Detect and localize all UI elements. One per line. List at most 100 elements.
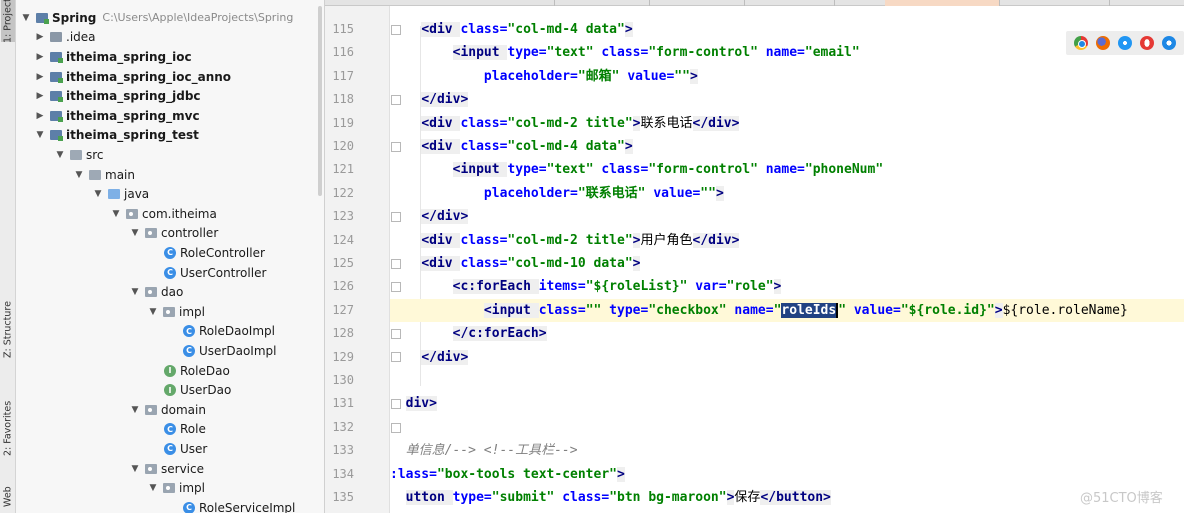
interface-icon: I xyxy=(164,364,176,377)
chrome-icon[interactable] xyxy=(1074,36,1088,50)
tree-item[interactable]: ▼ impl xyxy=(147,302,205,322)
tree-item[interactable]: ▶ itheima_spring_mvc xyxy=(34,106,200,126)
module-folder-icon xyxy=(36,12,49,24)
module-folder-icon xyxy=(50,130,63,142)
chevron-right-icon[interactable]: ▶ xyxy=(34,72,46,82)
code-attr: type= xyxy=(452,490,492,505)
tree-item[interactable]: I UserDao xyxy=(164,380,231,400)
chevron-down-icon[interactable]: ▼ xyxy=(54,150,66,160)
tree-item[interactable]: C Role xyxy=(164,420,206,440)
tree-item[interactable]: C RoleController xyxy=(164,243,265,263)
code-editor[interactable]: <div class="col-md-4 data"> <input type=… xyxy=(390,6,1184,513)
code-line[interactable]: utton type="submit" class="btn bg-maroon… xyxy=(390,486,1184,509)
tree-item[interactable]: ▼ impl xyxy=(147,478,205,498)
code-line[interactable]: 单信息/--> <!--工具栏--> xyxy=(390,439,1184,462)
tree-item-label: .idea xyxy=(66,30,96,45)
code-value: "邮箱" xyxy=(577,68,620,84)
code-line[interactable]: </c:forEach> xyxy=(390,322,1184,345)
code-line[interactable]: <div class="col-md-10 data"> xyxy=(390,252,1184,275)
chevron-right-icon[interactable]: ▶ xyxy=(34,111,46,121)
chevron-right-icon[interactable]: ▶ xyxy=(34,52,46,62)
tree-item[interactable]: ▼ java xyxy=(92,184,150,204)
tree-item[interactable]: I RoleDao xyxy=(164,361,230,381)
firefox-icon[interactable] xyxy=(1096,36,1110,50)
chevron-down-icon[interactable]: ▼ xyxy=(129,464,141,474)
chevron-down-icon[interactable]: ▼ xyxy=(129,287,141,297)
tree-item[interactable]: ▶ .idea xyxy=(34,28,96,48)
tree-item[interactable]: ▼ itheima_spring_test xyxy=(34,126,199,146)
code-line-current[interactable]: <input class="" type="checkbox" name= "ro… xyxy=(390,298,1184,323)
code-attr: :lass= xyxy=(390,466,437,482)
tree-item[interactable]: ▼ main xyxy=(73,165,135,185)
tree-item-label: Role xyxy=(180,422,206,437)
tree-item-label: itheima_spring_ioc_anno xyxy=(66,69,232,84)
safari-icon[interactable] xyxy=(1118,36,1132,50)
tree-item[interactable]: ▶ itheima_spring_jdbc xyxy=(34,86,201,106)
tree-item[interactable]: ▼ src xyxy=(54,145,104,165)
ie-icon[interactable] xyxy=(1162,36,1176,50)
code-line[interactable]: <div class="col-md-2 title">用户角色</div> xyxy=(390,229,1184,252)
tree-item[interactable]: C UserController xyxy=(164,263,266,283)
chevron-down-icon[interactable]: ▼ xyxy=(73,170,85,180)
project-tool-tab[interactable]: 1: Project xyxy=(1,0,15,43)
line-number: 132 xyxy=(332,419,354,434)
web-tool-tab[interactable]: Web xyxy=(1,480,15,513)
tree-item[interactable]: ▼ service xyxy=(129,459,204,479)
code-line[interactable]: </div> xyxy=(390,346,1184,369)
chevron-down-icon[interactable]: ▼ xyxy=(110,209,122,219)
code-line[interactable]: <c:forEach items="${roleList}" var="role… xyxy=(390,275,1184,298)
chevron-right-icon[interactable]: ▶ xyxy=(34,32,46,42)
line-number: 120 xyxy=(332,139,354,153)
opera-icon[interactable] xyxy=(1140,36,1154,50)
tree-item[interactable]: ▶ itheima_spring_ioc_anno xyxy=(34,67,232,87)
code-line[interactable]: placeholder="邮箱" value=""> xyxy=(390,65,1184,88)
tree-item[interactable]: ▼ domain xyxy=(129,400,206,420)
line-number: 129 xyxy=(332,349,354,364)
code-line[interactable]: <div class="col-md-4 data"> xyxy=(390,135,1184,158)
code-line[interactable]: <input type="text" class="form-control" … xyxy=(390,158,1184,181)
chevron-down-icon[interactable]: ▼ xyxy=(34,130,46,140)
code-line[interactable]: placeholder="联系电话" value=""> xyxy=(390,182,1184,205)
chevron-down-icon[interactable]: ▼ xyxy=(20,13,32,23)
favorites-tool-tab[interactable]: 2: Favorites xyxy=(1,392,15,464)
line-number: 127 xyxy=(332,302,354,317)
tree-root[interactable]: ▼ Spring C:\Users\Apple\IdeaProjects\Spr… xyxy=(20,8,294,28)
class-icon: C xyxy=(183,325,195,338)
code-line[interactable]: div> xyxy=(390,392,1184,415)
chevron-down-icon[interactable]: ▼ xyxy=(129,405,141,415)
code-tag: </div> xyxy=(421,349,469,365)
code-line[interactable] xyxy=(390,369,1184,392)
tree-item-label: UserDaoImpl xyxy=(199,343,277,358)
tree-scrollbar[interactable] xyxy=(318,6,322,196)
tree-item[interactable]: ▼ com.itheima xyxy=(110,204,217,224)
package-icon xyxy=(126,208,138,219)
code-value: "text" xyxy=(546,45,594,61)
tree-item-label: UserDao xyxy=(180,383,232,398)
code-text: 联系电话 xyxy=(640,115,693,131)
tree-item[interactable]: C UserDaoImpl xyxy=(183,341,276,361)
tree-item[interactable]: ▼ dao xyxy=(129,282,184,302)
code-line[interactable]: <div class="col-md-2 title">联系电话</div> xyxy=(390,112,1184,135)
chevron-down-icon[interactable]: ▼ xyxy=(92,189,104,199)
code-line[interactable]: <input type="text" class="form-control" … xyxy=(390,41,1184,64)
code-tag: div> xyxy=(405,396,437,412)
structure-tool-tab[interactable]: Z: Structure xyxy=(1,298,15,362)
package-icon xyxy=(163,483,175,494)
chevron-down-icon[interactable]: ▼ xyxy=(147,483,159,493)
tree-item[interactable]: C RoleDaoImpl xyxy=(183,322,275,342)
code-attr: type= xyxy=(507,162,547,178)
tree-item[interactable]: C User xyxy=(164,439,207,459)
code-line[interactable]: :lass="box-tools text-center"> xyxy=(390,463,1184,486)
selected-text[interactable]: roleIds xyxy=(781,302,837,318)
tree-root-path: C:\Users\Apple\IdeaProjects\Spring xyxy=(102,11,294,25)
code-line[interactable]: <div class="col-md-4 data"> xyxy=(390,18,1184,41)
code-line[interactable] xyxy=(390,416,1184,439)
tree-item[interactable]: ▼ controller xyxy=(129,224,219,244)
code-line[interactable]: </div> xyxy=(390,88,1184,111)
tree-item[interactable]: ▶ itheima_spring_ioc xyxy=(34,47,192,67)
chevron-down-icon[interactable]: ▼ xyxy=(129,228,141,238)
chevron-down-icon[interactable]: ▼ xyxy=(147,307,159,317)
code-line[interactable]: </div> xyxy=(390,205,1184,228)
chevron-right-icon[interactable]: ▶ xyxy=(34,91,46,101)
tree-item[interactable]: C RoleServiceImpl xyxy=(183,498,295,513)
